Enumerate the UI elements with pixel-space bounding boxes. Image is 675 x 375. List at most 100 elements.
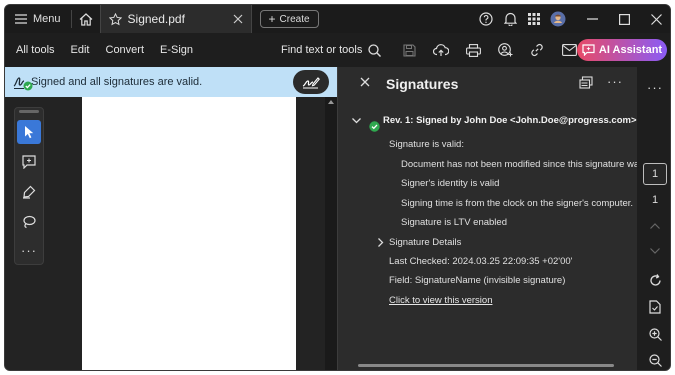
signature-details-toggle[interactable]: Signature Details xyxy=(389,237,461,248)
all-tools-button[interactable]: All tools xyxy=(5,44,63,56)
sign-pen-icon xyxy=(302,77,320,89)
avatar xyxy=(550,11,566,27)
panel-horizontal-scrollbar[interactable] xyxy=(358,364,614,367)
save-icon xyxy=(402,43,416,57)
plus-icon: + xyxy=(268,12,276,26)
current-page-input[interactable]: 1 xyxy=(643,163,667,185)
close-panel-icon[interactable] xyxy=(360,77,370,87)
close-icon xyxy=(650,13,662,25)
right-rail: ··· 1 1 xyxy=(637,67,670,370)
last-checked: Last Checked: 2024.03.25 22:09:35 +02'00… xyxy=(389,256,573,267)
search-icon xyxy=(368,43,382,57)
signature-valid-icon xyxy=(13,77,33,91)
save-button[interactable] xyxy=(393,33,425,67)
highlighter-icon xyxy=(23,185,36,199)
profile-button[interactable] xyxy=(546,5,570,33)
detail-identity-valid: Signer's identity is valid xyxy=(401,178,500,189)
rail-drag-handle[interactable] xyxy=(19,110,39,113)
tab-label: Signed.pdf xyxy=(127,12,185,26)
create-label: Create xyxy=(279,13,310,25)
help-button[interactable] xyxy=(474,5,498,33)
document-scrollbar[interactable] xyxy=(325,97,337,370)
cursor-icon xyxy=(25,126,34,139)
convert-button[interactable]: Convert xyxy=(98,44,153,56)
menu-label: Menu xyxy=(33,13,61,25)
edit-button[interactable]: Edit xyxy=(63,44,98,56)
view-version-link[interactable]: Click to view this version xyxy=(389,295,492,306)
mail-icon xyxy=(561,44,577,56)
more-tools-button[interactable]: ··· xyxy=(17,238,41,262)
next-page-button[interactable] xyxy=(643,240,667,262)
right-rail-more-button[interactable]: ··· xyxy=(643,76,667,98)
link-icon xyxy=(531,43,543,57)
hamburger-icon xyxy=(15,14,27,24)
find-text-button[interactable]: Find text or tools xyxy=(281,33,382,67)
previous-page-button[interactable] xyxy=(643,215,667,237)
panel-header: Signatures ··· xyxy=(338,67,637,101)
total-pages: 1 xyxy=(651,194,659,206)
bell-icon xyxy=(503,12,517,26)
apps-button[interactable] xyxy=(522,5,546,33)
star-icon[interactable] xyxy=(108,12,122,26)
upload-button[interactable] xyxy=(425,33,457,67)
zoom-in-button[interactable] xyxy=(643,323,667,345)
share-user-button[interactable] xyxy=(489,33,521,67)
toolbar-icons xyxy=(393,33,585,67)
link-button[interactable] xyxy=(521,33,553,67)
home-button[interactable] xyxy=(72,5,100,33)
close-window-button[interactable] xyxy=(640,5,670,33)
lasso-tool-button[interactable] xyxy=(17,210,41,234)
detail-signing-time: Signing time is from the clock on the si… xyxy=(401,198,634,209)
sign-button[interactable] xyxy=(293,70,329,94)
document-tab[interactable]: Signed.pdf xyxy=(99,5,252,33)
page-thumbnails-button[interactable] xyxy=(643,296,667,318)
notifications-button[interactable] xyxy=(498,5,522,33)
signature-revision[interactable]: Rev. 1: Signed by John Doe <John.Doe@pro… xyxy=(383,115,637,126)
collapse-chevron-icon[interactable] xyxy=(352,118,361,124)
rotate-button[interactable] xyxy=(643,269,667,291)
signature-valid-heading: Signature is valid: xyxy=(389,139,464,150)
chevron-down-icon xyxy=(650,248,660,254)
signature-field: Field: SignatureName (invisible signatur… xyxy=(389,275,566,286)
cloud-upload-icon xyxy=(433,43,449,56)
panel-title: Signatures xyxy=(386,76,459,92)
detail-not-modified: Document has not been modified since thi… xyxy=(401,159,671,170)
document-viewer: ··· xyxy=(5,97,337,370)
title-bar: Menu Signed.pdf + Create xyxy=(5,5,670,33)
panel-actions: ··· xyxy=(579,75,623,90)
zoom-out-button[interactable] xyxy=(643,349,667,370)
ai-assistant-button[interactable]: AI Assistant xyxy=(577,39,667,61)
maximize-button[interactable] xyxy=(608,5,640,33)
select-tool-button[interactable] xyxy=(17,120,41,144)
esign-button[interactable]: E-Sign xyxy=(152,44,201,56)
signature-options-icon[interactable] xyxy=(579,76,593,90)
detail-ltv-enabled: Signature is LTV enabled xyxy=(401,217,507,228)
zoom-in-icon xyxy=(648,327,662,341)
more-options-icon[interactable]: ··· xyxy=(607,75,623,90)
rotate-icon xyxy=(649,273,661,286)
create-button[interactable]: + Create xyxy=(259,10,319,28)
signature-status-text: Signed and all signatures are valid. xyxy=(31,76,203,88)
lasso-icon xyxy=(23,215,36,229)
print-button[interactable] xyxy=(457,33,489,67)
add-user-icon xyxy=(497,43,512,57)
maximize-icon xyxy=(618,13,630,25)
minimize-icon xyxy=(586,18,598,20)
document-pages-icon xyxy=(649,300,661,314)
expand-chevron-icon[interactable] xyxy=(378,238,384,247)
minimize-button[interactable] xyxy=(576,5,608,33)
scroll-up-icon[interactable] xyxy=(328,100,334,104)
close-tab-icon[interactable] xyxy=(233,14,243,24)
ai-assistant-label: AI Assistant xyxy=(598,44,663,56)
app-window: Menu Signed.pdf + Create All tools Edit … xyxy=(4,4,671,371)
draw-tool-button[interactable] xyxy=(17,180,41,204)
quick-tools-rail: ··· xyxy=(14,107,44,265)
home-icon xyxy=(79,12,92,26)
chevron-up-icon xyxy=(650,223,660,229)
zoom-out-icon xyxy=(648,353,662,367)
more-icon: ··· xyxy=(21,242,37,258)
add-comment-button[interactable] xyxy=(17,150,41,174)
menu-button[interactable]: Menu xyxy=(5,5,71,33)
pdf-page[interactable] xyxy=(82,97,296,370)
help-icon xyxy=(479,12,493,26)
